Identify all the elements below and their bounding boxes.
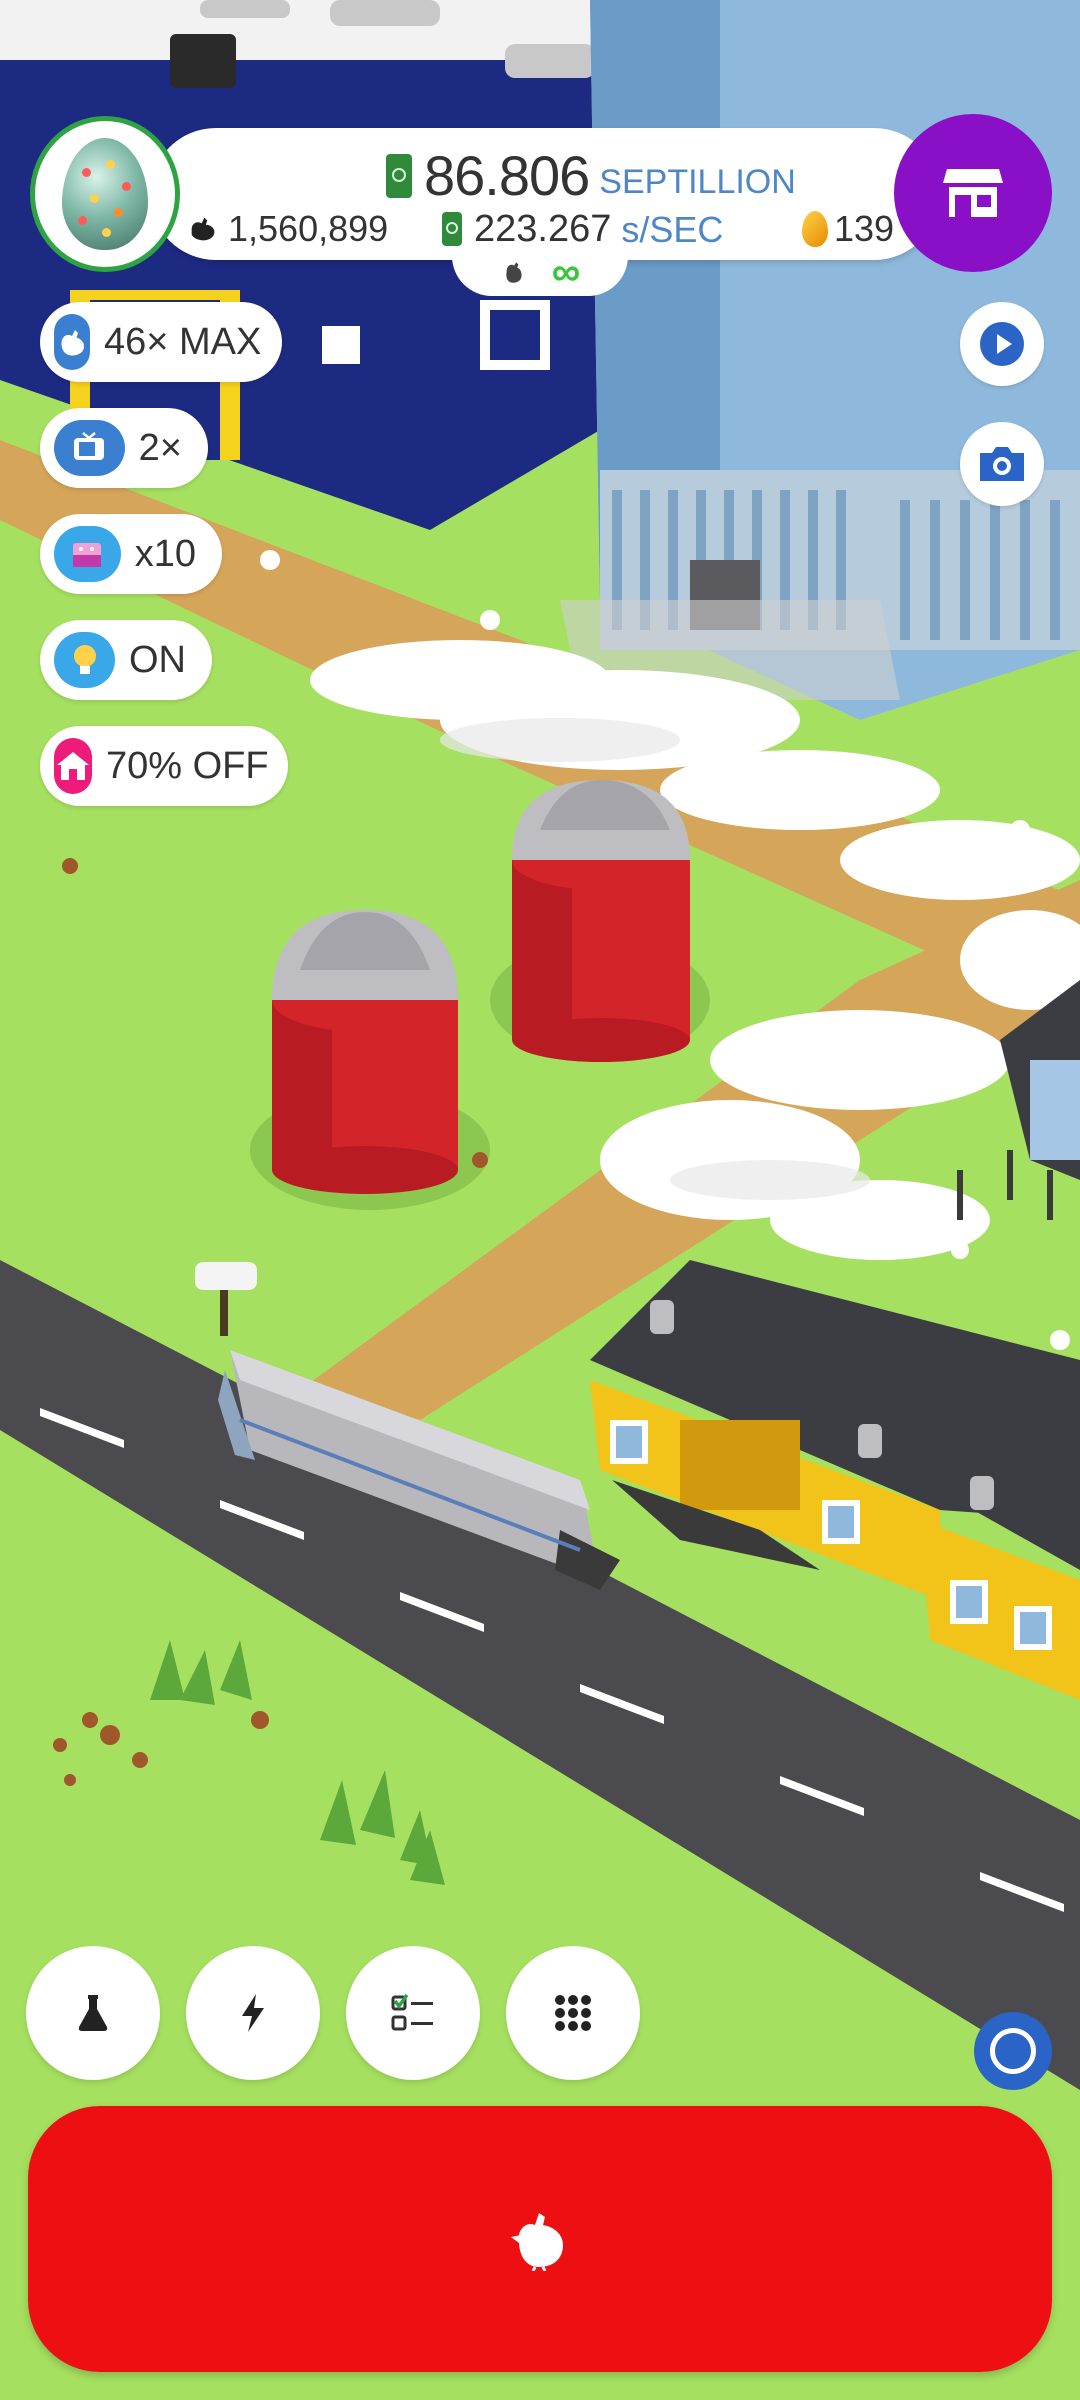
play-icon — [980, 322, 1024, 366]
shop-icon — [943, 169, 1003, 217]
boost-label: ON — [129, 638, 186, 681]
multiplier-boost-pill[interactable]: x10 — [40, 514, 222, 594]
hatch-chicken-button[interactable] — [28, 2106, 1052, 2372]
ring-icon — [990, 2028, 1036, 2074]
overlay-toggle-button[interactable] — [974, 2012, 1052, 2090]
golden-egg-value: 139 — [834, 208, 895, 249]
boost-label: x10 — [134, 532, 196, 575]
earnings-rate-value: 223.267 — [474, 208, 612, 250]
lightbulb-icon — [54, 632, 115, 688]
golden-egg-count: 139 — [802, 208, 894, 250]
camera-icon — [980, 447, 1024, 481]
profile-egg-button[interactable] — [30, 116, 180, 272]
home-icon — [54, 738, 92, 794]
research-button[interactable] — [26, 1946, 160, 2080]
earnings-rate: 223.267 s/SEC — [442, 208, 723, 251]
money-bill-icon — [386, 154, 412, 198]
egg-avatar-icon — [62, 138, 148, 250]
money-unit: SEPTILLION — [599, 163, 796, 201]
boost-label: 70% OFF — [106, 744, 269, 787]
chicken-icon — [54, 314, 90, 370]
chick-icon — [506, 262, 522, 283]
boost-label: 46× MAX — [104, 320, 262, 363]
chicken-count: 1,560,899 — [186, 208, 388, 250]
lightning-icon — [242, 1994, 264, 2032]
money-value: 86.806 — [424, 144, 590, 207]
golden-egg-icon — [802, 211, 828, 247]
chicken-icon — [511, 2213, 563, 2271]
video-reward-button[interactable] — [960, 302, 1044, 386]
chicken-count-value: 1,560,899 — [228, 208, 389, 249]
tv-icon — [54, 420, 125, 476]
habitat-tab[interactable]: ∞ — [452, 248, 628, 296]
money-display: 86.806 SEPTILLION — [386, 142, 796, 204]
missions-button[interactable] — [346, 1946, 480, 2080]
checklist-icon — [391, 1993, 433, 2031]
earnings-rate-unit: s/SEC — [621, 208, 724, 250]
earnings-boost-pill[interactable]: 2× — [40, 408, 208, 488]
camera-button[interactable] — [960, 422, 1044, 506]
boost-box-icon — [54, 526, 121, 582]
research-boost-pill[interactable]: ON — [40, 620, 212, 700]
boosts-button[interactable] — [186, 1946, 320, 2080]
boost-label: 2× — [138, 426, 182, 469]
silo-right — [490, 780, 710, 1062]
discount-boost-pill[interactable]: 70% OFF — [40, 726, 288, 806]
chicken-silhouette-icon — [191, 217, 215, 241]
grid-menu-icon — [555, 1995, 591, 2031]
chicken-boost-pill[interactable]: 46× MAX — [40, 302, 282, 382]
infinity-symbol: ∞ — [551, 250, 581, 294]
research-flask-icon — [78, 1995, 108, 2031]
menu-button[interactable] — [506, 1946, 640, 2080]
shop-button[interactable] — [894, 114, 1052, 272]
money-bill-icon — [442, 211, 462, 246]
